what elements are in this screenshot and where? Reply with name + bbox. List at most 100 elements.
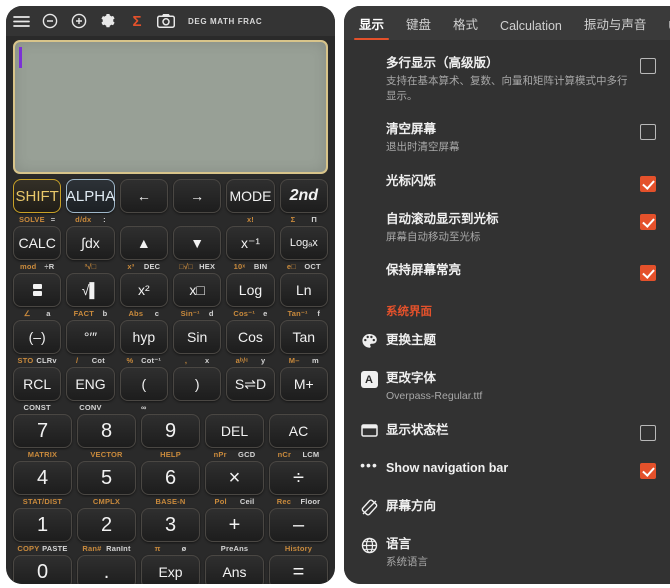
settings-row-text: 语言 系统语言 xyxy=(384,536,656,570)
calc-key-5[interactable]: 5 xyxy=(77,461,136,495)
rotate-icon xyxy=(354,498,384,516)
calc-key-ac[interactable]: AC xyxy=(269,414,328,448)
settings-checkbox[interactable] xyxy=(640,124,656,141)
settings-row[interactable]: 保持屏幕常亮 xyxy=(344,253,670,291)
calc-key-tan[interactable]: Tan xyxy=(279,320,328,354)
calc-key-logx[interactable]: Logₐx xyxy=(279,226,328,260)
key-cell: AC xyxy=(269,414,328,448)
calc-key-9[interactable]: 9 xyxy=(141,414,200,448)
settings-row[interactable]: 显示状态栏 xyxy=(344,413,670,451)
calc-key-calc[interactable]: CALC xyxy=(13,226,62,260)
settings-row[interactable]: 清空屏幕 退出时清空屏幕 xyxy=(344,112,670,164)
calc-key-2[interactable]: 2 xyxy=(77,508,136,542)
key-sublabel-cell: STO CLRv xyxy=(13,356,61,365)
calc-key-[interactable]: ← xyxy=(119,179,168,213)
calc-key-[interactable]: → xyxy=(172,179,222,213)
settings-row[interactable]: 更换主题 xyxy=(344,323,670,361)
sigma-icon[interactable]: Σ xyxy=(128,12,146,30)
key-sublabel-cell: ³√□ xyxy=(66,262,114,271)
calc-key-[interactable]: × xyxy=(205,461,264,495)
key-sublabel: Floor xyxy=(300,497,321,506)
calc-key-[interactable]: °′″ xyxy=(66,320,115,354)
settings-row[interactable]: ••• Show navigation bar xyxy=(344,451,670,489)
calc-key-rcl[interactable]: RCL xyxy=(13,367,62,401)
settings-row[interactable]: 光标闪烁 xyxy=(344,164,670,202)
tab-键盘[interactable]: 键盘 xyxy=(395,14,442,40)
calc-key-del[interactable]: DEL xyxy=(205,414,264,448)
tab-格式[interactable]: 格式 xyxy=(442,14,489,40)
camera-icon[interactable] xyxy=(157,12,175,30)
key-sublabel-cell: x! xyxy=(226,215,274,224)
calc-key-[interactable]: ( xyxy=(119,367,168,401)
settings-row[interactable]: 文A翻译帮助翻译本应用 xyxy=(344,579,670,585)
calc-key-eng[interactable]: ENG xyxy=(66,367,115,401)
calc-key-1[interactable]: 1 xyxy=(13,508,72,542)
tab-振动与声音[interactable]: 振动与声音 xyxy=(573,14,658,40)
settings-checkbox[interactable] xyxy=(640,175,656,192)
calc-key-[interactable]: = xyxy=(269,555,328,584)
calc-key-x[interactable]: x⁻¹ xyxy=(226,226,275,260)
settings-row-title: 更换主题 xyxy=(386,333,437,348)
calc-key-[interactable]: – xyxy=(269,508,328,542)
key-cell: ) xyxy=(172,367,222,401)
calc-key-shift[interactable]: SHIFT xyxy=(13,179,62,213)
calc-key-sin[interactable]: Sin xyxy=(172,320,222,354)
settings-checkbox[interactable] xyxy=(640,265,656,282)
settings-row[interactable]: A 更改字体 Overpass-Regular.ttf xyxy=(344,361,670,413)
key-sublabel-cell: / Cot xyxy=(66,356,114,365)
calc-key-dx[interactable]: ∫dx xyxy=(66,226,115,260)
calc-key-mode[interactable]: MODE xyxy=(226,179,275,213)
calc-key-[interactable]: ▲ xyxy=(119,226,168,260)
tab-Un[interactable]: Un xyxy=(657,19,670,40)
settings-row-text: 清空屏幕 退出时清空屏幕 xyxy=(384,121,630,155)
tab-Calculation[interactable]: Calculation xyxy=(489,19,573,40)
calc-key-exp[interactable]: Exp xyxy=(141,555,200,584)
calc-key-alpha[interactable]: ALPHA xyxy=(66,179,115,213)
key-cell: 0 xyxy=(13,555,72,584)
settings-checkbox[interactable] xyxy=(640,213,656,230)
settings-checkbox[interactable] xyxy=(640,58,656,74)
settings-row[interactable]: 语言 系统语言 xyxy=(344,527,670,579)
calc-key-m[interactable]: M+ xyxy=(279,367,328,401)
key-row: 1 2 3 + – xyxy=(13,508,328,542)
calc-key-log[interactable]: Log xyxy=(226,273,275,307)
calc-key-[interactable]: . xyxy=(77,555,136,584)
calc-key-sd[interactable]: S⇌D xyxy=(226,367,275,401)
calc-key-x[interactable]: x□ xyxy=(172,273,222,307)
lcd-display[interactable] xyxy=(13,40,328,174)
calc-key-cos[interactable]: Cos xyxy=(226,320,275,354)
calc-key-3[interactable]: 3 xyxy=(141,508,200,542)
calc-key-2nd[interactable]: 2nd xyxy=(279,179,328,213)
key-row: SHIFT ALPHA ← → MODE 2nd xyxy=(13,179,328,213)
calc-key-ln[interactable]: Ln xyxy=(279,273,328,307)
key-sublabel: DEC xyxy=(143,262,161,271)
settings-checkbox[interactable] xyxy=(640,462,656,479)
calc-key-6[interactable]: 6 xyxy=(141,461,200,495)
calc-key-[interactable]: + xyxy=(205,508,264,542)
key-sublabel-cell: ΣΠ xyxy=(280,215,328,224)
settings-row-text: 光标闪烁 xyxy=(384,173,630,190)
calc-key-x[interactable]: x² xyxy=(119,273,168,307)
calc-key-ans[interactable]: Ans xyxy=(205,555,264,584)
calc-key-[interactable]: √▌ xyxy=(66,273,115,307)
plus-circle-icon[interactable] xyxy=(70,12,88,30)
calc-key-0[interactable]: 0 xyxy=(13,555,72,584)
calc-key-4[interactable]: 4 xyxy=(13,461,72,495)
settings-row[interactable]: 自动滚动显示到光标 屏幕自动移动至光标 xyxy=(344,202,670,254)
settings-row[interactable]: 多行显示（高级版） 支持在基本算术、复数、向量和矩阵计算模式中多行显示。 xyxy=(344,46,670,112)
tab-显示[interactable]: 显示 xyxy=(348,14,395,40)
calc-key-[interactable]: ÷ xyxy=(269,461,328,495)
calc-key-[interactable]: (–) xyxy=(13,320,62,354)
calc-key-8[interactable]: 8 xyxy=(77,414,136,448)
calc-key-[interactable]: ▼ xyxy=(172,226,222,260)
settings-checkbox[interactable] xyxy=(640,424,656,441)
minus-circle-icon[interactable] xyxy=(41,12,59,30)
calc-key-[interactable]: ) xyxy=(172,367,222,401)
calc-key-[interactable] xyxy=(13,273,62,307)
key-sublabel: PreAns xyxy=(220,544,249,553)
menu-icon[interactable] xyxy=(12,12,30,30)
gear-icon[interactable] xyxy=(99,12,117,30)
calc-key-7[interactable]: 7 xyxy=(13,414,72,448)
settings-row[interactable]: 屏幕方向 xyxy=(344,489,670,527)
calc-key-hyp[interactable]: hyp xyxy=(119,320,168,354)
